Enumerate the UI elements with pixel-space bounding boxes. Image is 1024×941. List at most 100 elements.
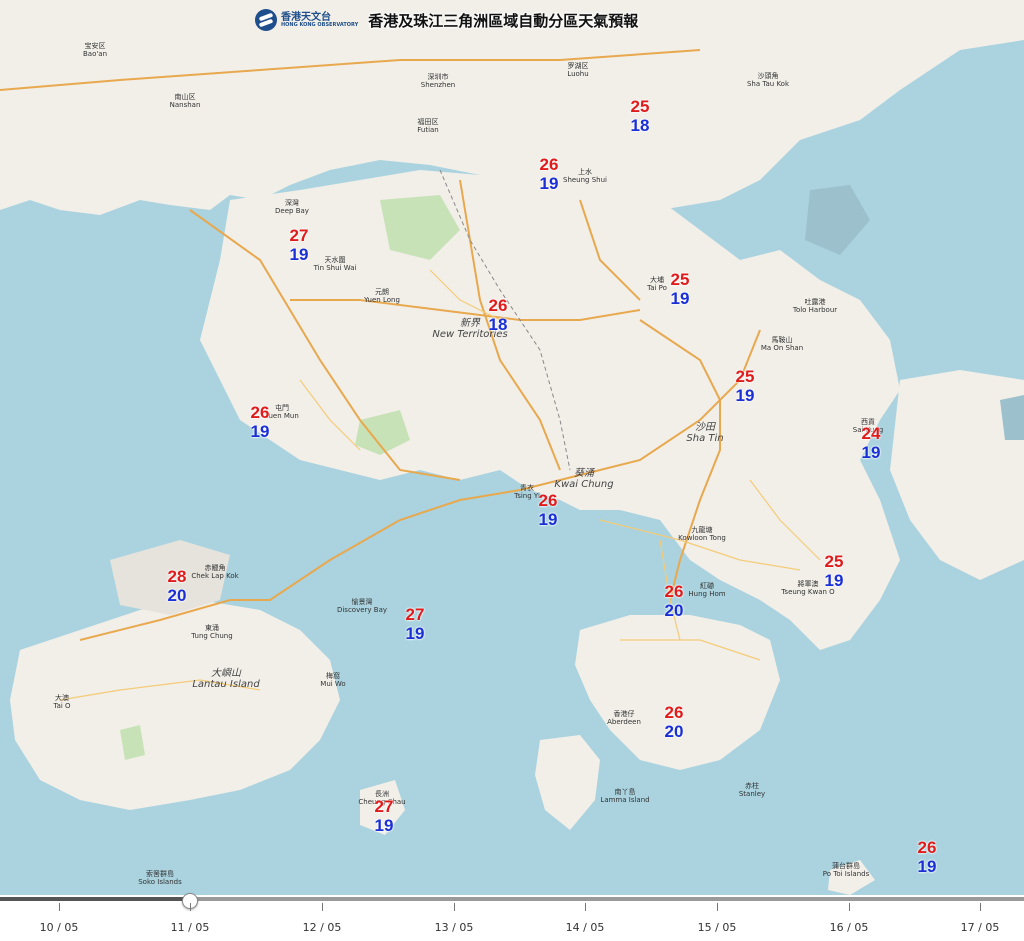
timeline-tick — [849, 903, 850, 911]
place-label: 沙頭角 Sha Tau Kok — [747, 72, 789, 88]
place-label-en: Sheung Shui — [563, 176, 607, 184]
forecast-marker[interactable]: 25 18 — [631, 97, 650, 135]
place-label-en: Deep Bay — [275, 207, 309, 215]
place-label: 葵涌 Kwai Chung — [554, 468, 613, 490]
min-temperature: 20 — [664, 601, 684, 620]
timeline-progress — [0, 897, 190, 901]
timeline-date-label[interactable]: 16 / 05 — [830, 921, 869, 934]
place-label: 愉景灣 Discovery Bay — [337, 598, 387, 614]
place-label-cn: 梅窩 — [325, 672, 340, 680]
place-label-cn: 紅磡 — [699, 582, 714, 590]
place-label-en: Yuen Long — [364, 296, 400, 304]
forecast-marker[interactable]: 25 19 — [825, 552, 844, 590]
forecast-marker[interactable]: 27 19 — [406, 605, 425, 643]
max-temperature: 25 — [824, 552, 844, 571]
forecast-marker[interactable]: 26 18 — [489, 296, 508, 334]
place-label-cn: 吐露港 — [804, 298, 826, 306]
forecast-marker[interactable]: 26 19 — [918, 838, 937, 876]
place-label-cn: 新界 — [460, 318, 480, 329]
place-label-en: Tsing Yi — [514, 492, 540, 500]
place-label: 馬鞍山 Ma On Shan — [761, 336, 803, 352]
place-label-en: Shenzhen — [420, 81, 456, 89]
place-label-cn: 福田区 — [417, 118, 439, 126]
forecast-marker[interactable]: 26 20 — [665, 582, 684, 620]
max-temperature: 25 — [735, 367, 755, 386]
place-label-en: Lantau Island — [192, 679, 260, 690]
max-temperature: 26 — [538, 491, 558, 510]
place-label-en: Kwai Chung — [554, 479, 614, 490]
timeline-date-label[interactable]: 15 / 05 — [698, 921, 737, 934]
max-temperature: 28 — [167, 567, 187, 586]
forecast-marker[interactable]: 25 19 — [671, 270, 690, 308]
place-label: 大嶼山 Lantau Island — [192, 668, 259, 690]
place-label: 大澳 Tai O — [53, 694, 70, 710]
place-label-en: Tung Chung — [191, 632, 233, 640]
place-label-cn: 屯門 — [275, 404, 289, 412]
timeline-tick — [585, 903, 586, 911]
place-label: 元朗 Yuen Long — [364, 288, 400, 304]
place-label: 吐露港 Tolo Harbour — [793, 298, 837, 314]
timeline-tick — [322, 903, 323, 911]
place-label-cn: 大埔 — [650, 276, 664, 284]
min-temperature: 19 — [405, 624, 425, 643]
timeline-date-label[interactable]: 11 / 05 — [171, 921, 210, 934]
place-label: 沙田 Sha Tin — [686, 422, 723, 444]
timeline-tick — [59, 903, 60, 911]
place-label: 天水圍 Tin Shui Wai — [314, 256, 357, 272]
timeline-tick — [717, 903, 718, 911]
forecast-marker[interactable]: 27 19 — [375, 797, 394, 835]
place-label-cn: 南丫島 — [614, 788, 636, 796]
place-label-en: Kowloon Tong — [678, 534, 726, 542]
timeline-date-label[interactable]: 17 / 05 — [961, 921, 1000, 934]
forecast-marker[interactable]: 26 19 — [251, 403, 270, 441]
min-temperature: 19 — [735, 386, 755, 405]
timeline-date-label[interactable]: 10 / 05 — [40, 921, 79, 934]
place-label-en: Po Toi Islands — [822, 870, 870, 878]
place-label-cn: 上水 — [578, 168, 592, 176]
forecast-marker[interactable]: 25 19 — [736, 367, 755, 405]
place-label-en: Lamma Island — [600, 796, 650, 804]
place-label-en: Discovery Bay — [336, 606, 388, 614]
place-label: 赤鱲角 Chek Lap Kok — [191, 564, 238, 580]
timeline-date-label[interactable]: 14 / 05 — [566, 921, 605, 934]
place-label-cn: 赤柱 — [745, 782, 759, 790]
timeline-track[interactable] — [0, 893, 1024, 909]
timeline-date-label[interactable]: 12 / 05 — [303, 921, 342, 934]
place-label-cn: 青衣 — [519, 484, 534, 492]
min-temperature: 20 — [167, 586, 187, 605]
min-temperature: 19 — [861, 443, 881, 462]
place-label-cn: 宝安区 — [84, 42, 106, 50]
min-temperature: 19 — [289, 245, 309, 264]
place-label-en: Sha Tin — [686, 433, 724, 444]
timeline-date-label[interactable]: 13 / 05 — [435, 921, 474, 934]
place-label-cn: 沙田 — [695, 422, 715, 433]
forecast-marker[interactable]: 28 20 — [168, 567, 187, 605]
forecast-marker[interactable]: 24 19 — [862, 424, 881, 462]
place-label: 南山区 Nanshan — [170, 93, 201, 109]
place-label-en: Mui Wo — [320, 680, 346, 688]
place-label-en: Stanley — [738, 790, 766, 798]
place-label-en: Tai Po — [647, 284, 667, 292]
min-temperature: 19 — [670, 289, 690, 308]
min-temperature: 19 — [538, 510, 558, 529]
forecast-marker[interactable]: 27 19 — [290, 226, 309, 264]
forecast-marker[interactable]: 26 20 — [665, 703, 684, 741]
place-label-en: Hung Hom — [688, 590, 726, 598]
place-label: 南丫島 Lamma Island — [600, 788, 649, 804]
max-temperature: 26 — [250, 403, 270, 422]
place-label-en: Tai O — [53, 702, 71, 710]
forecast-marker[interactable]: 26 19 — [539, 491, 558, 529]
place-label-cn: 深圳市 — [427, 73, 449, 81]
max-temperature: 26 — [664, 703, 684, 722]
place-label-cn: 罗湖区 — [567, 62, 589, 70]
date-timeline[interactable]: 10 / 05 11 / 05 12 / 05 13 / 05 14 / 05 … — [0, 893, 1024, 941]
max-temperature: 27 — [289, 226, 309, 245]
hko-logo-icon — [255, 9, 277, 31]
map-header: 香港天文台 HONG KONG OBSERVATORY 香港及珠江三角洲區域自動… — [255, 6, 638, 34]
logo-english: HONG KONG OBSERVATORY — [281, 21, 359, 28]
forecast-marker[interactable]: 26 19 — [540, 155, 559, 193]
place-label: 索罟群島 Soko Islands — [138, 870, 182, 886]
place-label: 宝安区 Bao'an — [83, 42, 107, 58]
place-label-cn: 索罟群島 — [145, 870, 174, 878]
place-label: 深灣 Deep Bay — [275, 199, 309, 215]
